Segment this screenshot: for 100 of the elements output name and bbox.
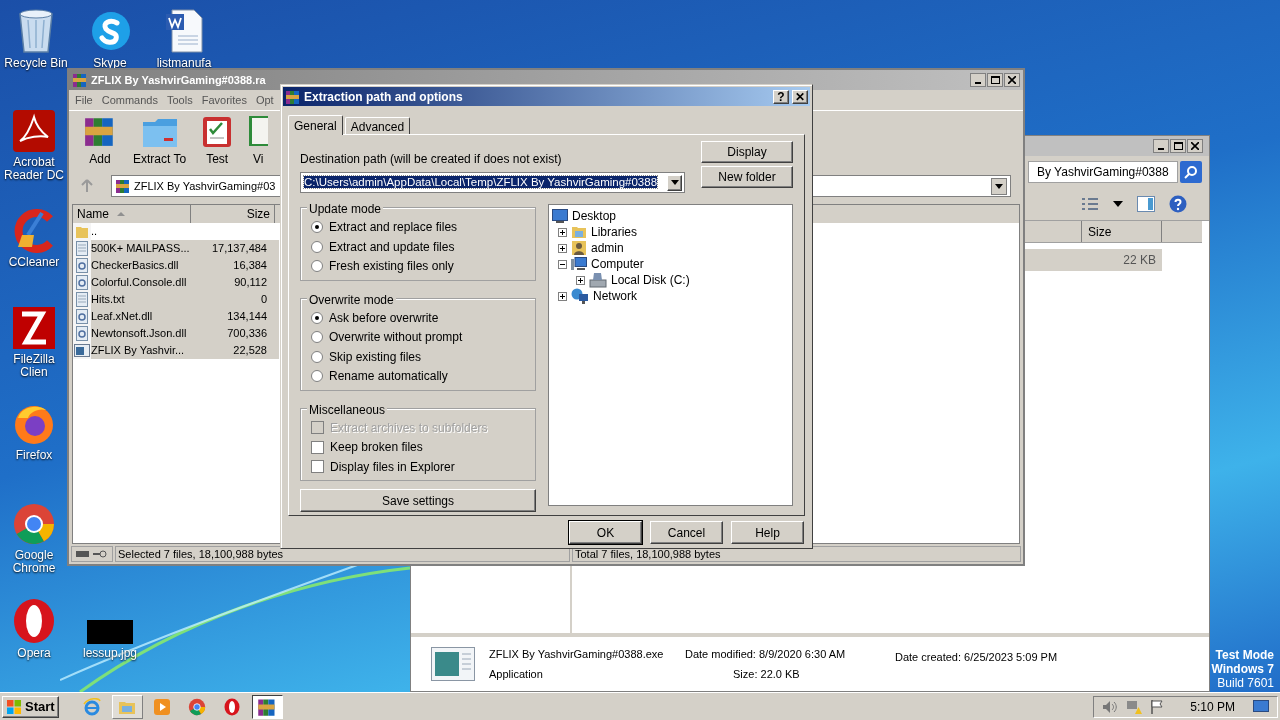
option-label: Fresh existing files only — [329, 258, 454, 276]
tree-item[interactable]: Computer — [591, 255, 644, 273]
desktop-icon-label[interactable]: FileZilla Clien — [2, 353, 66, 379]
close-icon — [1008, 76, 1016, 84]
desktop-icon-label[interactable]: Acrobat Reader DC — [2, 156, 66, 182]
toolbar-button[interactable]: Extract To — [133, 116, 187, 168]
close-button[interactable] — [1187, 139, 1203, 153]
tree-item[interactable]: Local Disk (C:) — [611, 271, 690, 289]
maximize-button[interactable] — [987, 73, 1003, 87]
archive-books-icon — [115, 178, 131, 194]
file-row[interactable]: ZFLIX By Yashvir... 22,528 — [91, 342, 279, 359]
tree-item[interactable]: admin — [591, 239, 624, 257]
tree-item[interactable]: Desktop — [572, 207, 617, 225]
help-button[interactable]: ? — [773, 89, 789, 104]
toolbar-button[interactable]: Add — [83, 114, 117, 168]
column-header[interactable]: Size — [1082, 221, 1162, 242]
close-button[interactable]: ✕ — [792, 89, 808, 104]
search-field[interactable]: By YashvirGaming#0388 — [1028, 161, 1178, 183]
radio-button[interactable] — [311, 350, 323, 363]
expand-toggle[interactable] — [558, 243, 567, 253]
close-button[interactable] — [1004, 73, 1020, 87]
view-list-icon[interactable] — [1081, 197, 1099, 211]
file-row[interactable]: Hits.txt 0 — [91, 291, 279, 308]
dialog-button[interactable]: Cancel — [650, 521, 723, 544]
trash-can-icon — [16, 8, 56, 54]
radio-button[interactable] — [311, 240, 323, 253]
gear-file-icon — [75, 258, 89, 273]
document-icon — [164, 8, 204, 54]
name-cell-text: Hits.txt — [91, 292, 125, 308]
globe-icon — [571, 288, 589, 304]
menu-item[interactable]: Tools — [167, 91, 193, 109]
expand-toggle[interactable] — [576, 275, 585, 285]
minimize-button[interactable] — [1153, 139, 1169, 153]
start-button[interactable]: Start — [2, 695, 59, 718]
radio-button[interactable] — [311, 221, 323, 234]
desktop-icon-label[interactable]: Recycle Bin — [4, 57, 68, 70]
checkbox[interactable] — [311, 440, 324, 454]
file-row[interactable]: Newtonsoft.Json.dll 700,336 — [91, 325, 279, 342]
tree-item[interactable]: Network — [593, 287, 637, 305]
date-created-text: Date created: 6/25/2023 5:09 PM — [895, 650, 1058, 665]
menu-item[interactable]: Opt — [255, 91, 274, 109]
ring-logo-icon — [224, 697, 241, 716]
preview-pane-icon[interactable] — [1137, 196, 1155, 212]
name-cell-text: Leaf.xNet.dll — [91, 309, 153, 325]
os-notice-text: Windows 7 — [1211, 662, 1274, 676]
menu-item[interactable]: Commands — [101, 91, 158, 109]
image-thumbnail — [87, 620, 133, 644]
tab[interactable]: Advanced — [344, 117, 411, 134]
desktop-icon-label[interactable]: Firefox — [15, 449, 53, 462]
dialog-button[interactable]: OK — [569, 521, 642, 544]
minimize-button[interactable] — [970, 73, 986, 87]
destination-path-field[interactable]: C:\Users\admin\AppData\Local\Temp\ZFLIX By YashvirGaming#0388 — [300, 172, 685, 193]
pdf-logo-icon — [12, 109, 56, 153]
flag-icon[interactable] — [1150, 698, 1165, 715]
dialog-button[interactable]: Help — [731, 521, 804, 544]
radio-button[interactable] — [311, 260, 323, 273]
caret-icon[interactable] — [1113, 201, 1123, 207]
size-cell-text: 22,528 — [232, 343, 268, 359]
file-row[interactable]: Colorful.Console.dll 90,112 — [91, 274, 279, 291]
book-icon — [248, 114, 269, 148]
size-cell-text: 700,336 — [226, 326, 268, 342]
ftp-logo-icon — [12, 306, 56, 350]
tab[interactable]: General — [288, 115, 343, 135]
help-icon[interactable] — [1169, 195, 1187, 213]
clock-text[interactable]: 5:10 PM — [1190, 697, 1235, 716]
sort-arrow-icon — [117, 212, 125, 216]
radio-button[interactable] — [311, 331, 323, 344]
expand-toggle[interactable] — [558, 227, 567, 237]
maximize-button[interactable] — [1170, 139, 1186, 153]
expand-toggle[interactable] — [558, 291, 567, 301]
action-button[interactable]: Display — [701, 141, 793, 163]
desktop-icon-label[interactable]: listmanufa — [156, 57, 212, 70]
size-cell-text: 134,144 — [226, 309, 268, 325]
text-file-icon — [75, 241, 89, 256]
tree-item[interactable]: Libraries — [591, 223, 638, 241]
menu-item[interactable]: Favorites — [201, 91, 247, 109]
windows-logo-icon — [6, 698, 22, 715]
desktop-icon-label[interactable]: CCleaner — [8, 256, 60, 269]
toolbar-button[interactable]: Test — [202, 114, 233, 168]
desktop-icon-label[interactable]: Google Chrome — [2, 549, 66, 575]
name-cell-text: ZFLIX By Yashvir... — [91, 343, 185, 359]
browser-logo-icon — [188, 697, 207, 716]
taskbar-button[interactable] — [251, 694, 283, 719]
file-row[interactable]: Leaf.xNet.dll 134,144 — [91, 308, 279, 325]
radio-button[interactable] — [311, 311, 323, 324]
menu-item[interactable]: File — [75, 91, 93, 109]
speaker-icon[interactable] — [1102, 699, 1119, 714]
file-row[interactable]: 500K+ MAILPASS... 17,137,484 — [91, 240, 279, 257]
toolbar-button[interactable]: Vi — [248, 114, 269, 168]
action-button[interactable]: New folder — [701, 166, 793, 188]
show-desktop-icon[interactable] — [1253, 699, 1269, 714]
browser-e-icon — [83, 697, 102, 716]
search-button[interactable] — [1180, 161, 1202, 183]
file-row[interactable]: CheckerBasics.dll 16,384 — [91, 257, 279, 274]
checkbox[interactable] — [311, 460, 324, 474]
folder-icon — [75, 224, 89, 239]
radio-button[interactable] — [311, 370, 323, 383]
expand-toggle[interactable] — [558, 259, 567, 269]
save-settings-button[interactable]: Save settings — [300, 489, 536, 512]
dropdown-button[interactable] — [991, 177, 1007, 195]
